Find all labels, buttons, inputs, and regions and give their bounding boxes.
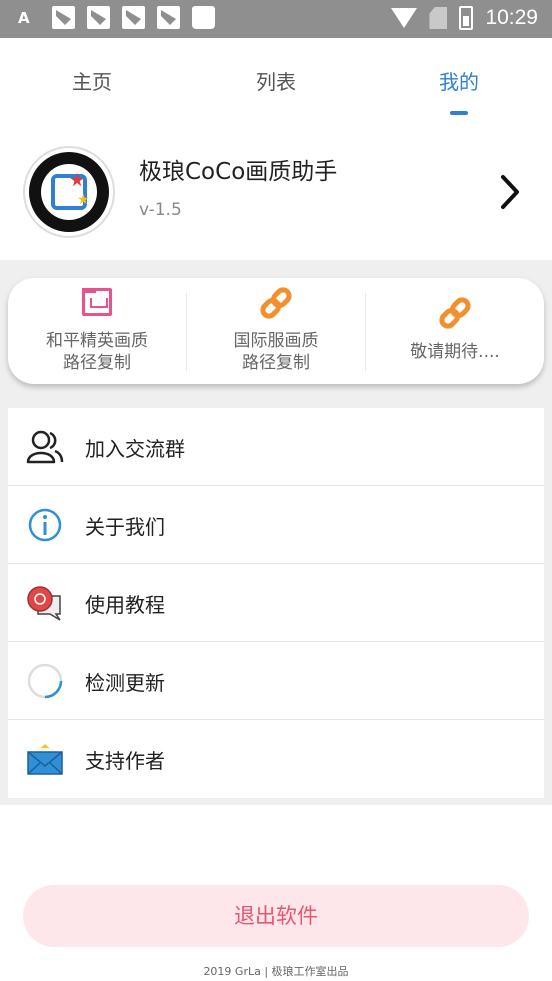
menu-item-label: 使用教程 <box>85 593 165 617</box>
menu-item-support-author[interactable]: 支持作者 <box>8 720 544 798</box>
battery-icon <box>459 6 474 30</box>
quick-action-label: 敬请期待.... <box>410 342 500 362</box>
status-bar: A 10:29 <box>0 0 552 38</box>
tab-mine[interactable]: 我的 <box>394 66 524 95</box>
quick-action-label: 和平精英画质 <box>46 331 148 351</box>
chat-bubble-icon <box>27 586 61 621</box>
copy-global-path-button[interactable]: 国际服画质 路径复制 <box>187 278 365 384</box>
copy-peace-elite-path-button[interactable]: 和平精英画质 路径复制 <box>8 278 186 384</box>
chevron-right-icon[interactable] <box>500 174 520 210</box>
menu-item-about[interactable]: 关于我们 <box>8 486 544 564</box>
folder-icon <box>82 288 112 316</box>
quick-actions-card: 和平精英画质 路径复制 国际服画质 路径复制 敬请期待.... <box>8 278 544 384</box>
app-version: v-1.5 <box>139 200 182 220</box>
footer-credit: 2019 GrLa | 极琅工作室出品 <box>203 965 349 978</box>
tab-home[interactable]: 主页 <box>27 66 157 95</box>
app-name: 极琅CoCo画质助手 <box>139 159 338 185</box>
quick-action-label: 路径复制 <box>63 353 131 373</box>
envelope-icon <box>27 744 63 775</box>
menu-item-tutorial[interactable]: 使用教程 <box>8 564 544 642</box>
menu-item-label: 支持作者 <box>85 749 165 773</box>
tab-list[interactable]: 列表 <box>211 66 341 95</box>
menu-list: 加入交流群 关于我们 使用教程 检测更新 支持作者 <box>8 408 544 798</box>
menu-item-join-group[interactable]: 加入交流群 <box>8 408 544 486</box>
active-tab-indicator <box>450 111 468 115</box>
link-icon <box>260 287 292 319</box>
app-logo: ★ ★ <box>23 146 115 238</box>
quick-action-label: 国际服画质 <box>233 331 319 351</box>
exit-app-button[interactable]: 退出软件 <box>23 885 529 947</box>
notification-icon <box>87 6 110 29</box>
notification-icon <box>122 6 145 29</box>
menu-item-label: 检测更新 <box>85 671 165 695</box>
notification-icon <box>157 6 180 29</box>
text-accessibility-icon: A <box>18 8 30 27</box>
tab-bar: 主页 列表 我的 <box>0 38 552 122</box>
menu-item-check-update[interactable]: 检测更新 <box>8 642 544 720</box>
users-icon <box>26 430 64 464</box>
info-icon <box>28 508 62 542</box>
loading-circle-icon <box>27 663 63 699</box>
wifi-icon <box>391 8 418 28</box>
coming-soon-button[interactable]: 敬请期待.... <box>366 278 544 384</box>
menu-item-label: 关于我们 <box>85 515 165 539</box>
no-sim-icon <box>429 7 448 29</box>
shopping-bag-icon <box>192 6 215 29</box>
link-icon <box>439 297 471 329</box>
menu-item-label: 加入交流群 <box>85 437 185 461</box>
notification-icon <box>52 6 75 29</box>
status-time: 10:29 <box>485 6 538 29</box>
app-profile-header[interactable]: ★ ★ 极琅CoCo画质助手 v-1.5 <box>0 122 552 260</box>
quick-action-label: 路径复制 <box>242 353 310 373</box>
